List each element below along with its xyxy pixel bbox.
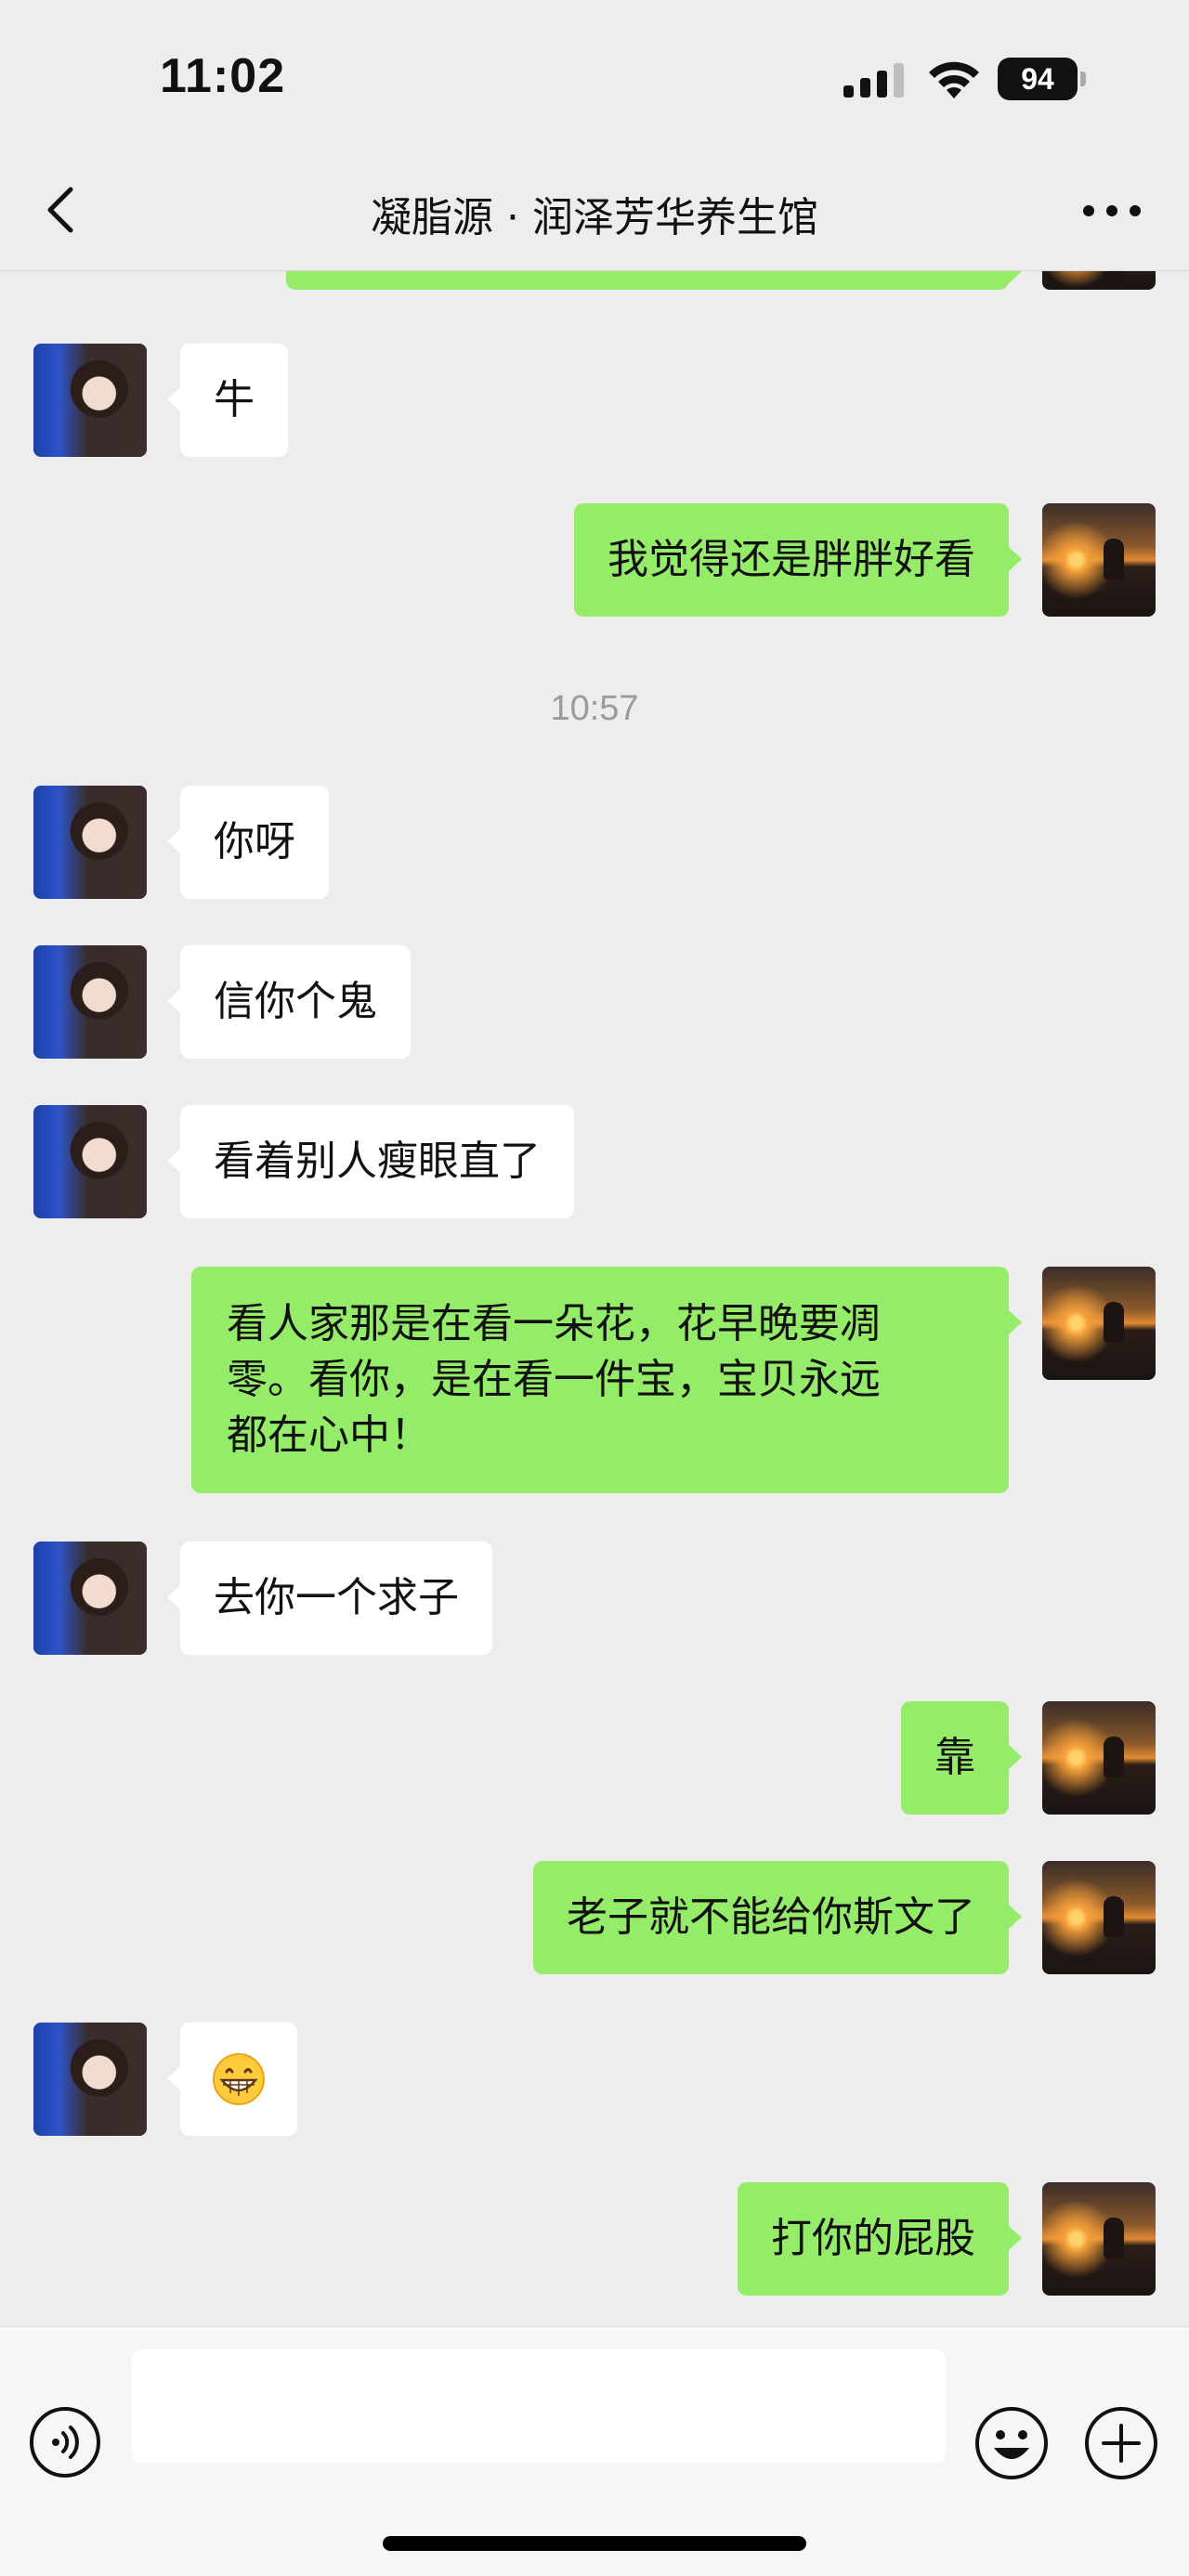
wifi-icon — [929, 61, 979, 98]
my-avatar[interactable] — [1042, 271, 1156, 290]
cellular-signal-icon — [843, 63, 904, 98]
battery-level: 94 — [998, 58, 1078, 100]
message-line: 零。看你，是在看一件宝，宝贝永远 — [227, 1356, 881, 1403]
message-input[interactable] — [132, 2349, 946, 2463]
home-indicator[interactable] — [383, 2536, 806, 2551]
my-avatar[interactable] — [1042, 503, 1156, 617]
battery-tip — [1080, 72, 1086, 86]
incoming-bubble[interactable]: 去你一个求子 — [167, 1542, 492, 1655]
incoming-bubble[interactable] — [167, 2023, 297, 2136]
contact-avatar[interactable] — [33, 2023, 147, 2136]
outgoing-bubble[interactable]: 打你的屁股 — [738, 2182, 1022, 2296]
incoming-bubble[interactable]: 你呀 — [167, 786, 329, 899]
time-divider: 10:57 — [550, 689, 639, 728]
incoming-bubble[interactable]: 牛 — [167, 344, 288, 457]
chat-message-list[interactable]: 牛 我觉得还是胖胖好看 10:57 你呀 信你个鬼 看着别人瘦眼直了 看人家那是… — [0, 271, 1189, 2326]
my-avatar[interactable] — [1042, 1861, 1156, 1974]
contact-avatar[interactable] — [33, 786, 147, 899]
nav-bar: 凝脂源 · 润泽芳华养生馆 — [0, 149, 1189, 271]
incoming-bubble[interactable]: 看着别人瘦眼直了 — [167, 1105, 574, 1218]
chat-title: 凝脂源 · 润泽芳华养生馆 — [371, 194, 818, 241]
my-avatar[interactable] — [1042, 2182, 1156, 2296]
emoji-picker-icon[interactable] — [973, 2405, 1050, 2481]
outgoing-bubble[interactable]: 我觉得还是胖胖好看 — [574, 503, 1022, 617]
more-functions-plus-icon[interactable] — [1083, 2405, 1159, 2481]
outgoing-bubble[interactable]: 老子就不能给你斯文了 — [533, 1861, 1022, 1974]
incoming-bubble[interactable]: 信你个鬼 — [167, 945, 411, 1059]
message-line: 都在心中！ — [227, 1412, 431, 1459]
my-avatar[interactable] — [1042, 1701, 1156, 1815]
more-options-icon[interactable] — [1078, 197, 1146, 225]
voice-input-icon[interactable] — [28, 2405, 102, 2479]
outgoing-bubble[interactable] — [286, 271, 1022, 290]
my-avatar[interactable] — [1042, 1267, 1156, 1380]
outgoing-bubble[interactable]: 靠 — [901, 1701, 1022, 1815]
contact-avatar[interactable] — [33, 344, 147, 457]
outgoing-bubble[interactable]: 看人家那是在看一朵花，花早晚要凋 零。看你，是在看一件宝，宝贝永远 都在心中！ — [191, 1267, 1022, 1493]
back-arrow-icon[interactable] — [37, 182, 93, 238]
contact-avatar[interactable] — [33, 1542, 147, 1655]
grinning-face-emoji — [213, 2053, 265, 2105]
contact-avatar[interactable] — [33, 1105, 147, 1218]
contact-avatar[interactable] — [33, 945, 147, 1059]
status-bar: 11:02 94 — [0, 0, 1189, 149]
battery-icon: 94 — [998, 58, 1086, 100]
status-time: 11:02 — [160, 49, 286, 103]
message-line: 看人家那是在看一朵花，花早晚要凋 — [227, 1300, 881, 1347]
